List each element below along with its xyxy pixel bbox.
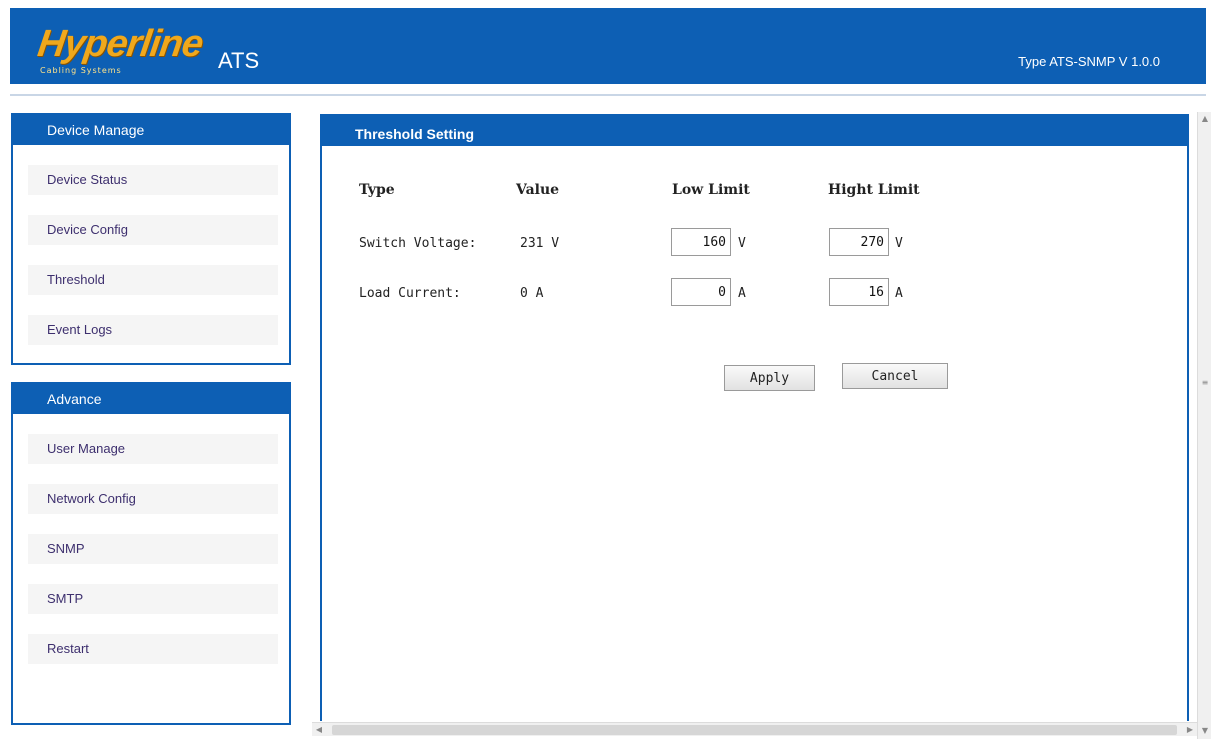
arrow-down-icon[interactable]: ▼ [1198, 724, 1212, 738]
arrow-up-icon[interactable]: ▲ [1198, 112, 1212, 126]
horizontal-scroll-thumb[interactable] [332, 725, 1177, 735]
column-header-high-limit: Hight Limit [828, 182, 920, 198]
header-divider [10, 94, 1206, 96]
arrow-left-icon[interactable]: ◀ [312, 723, 326, 737]
hyperline-logo: Hyperline [35, 23, 206, 65]
load-current-low-input[interactable] [671, 278, 731, 306]
sidebar-item-event-logs[interactable]: Event Logs [28, 315, 278, 345]
device-manage-title: Device Manage [13, 115, 289, 145]
switch-voltage-high-input[interactable] [829, 228, 889, 256]
load-current-high-unit: A [895, 286, 903, 301]
switch-voltage-value: 231 V [520, 236, 560, 251]
advance-title: Advance [13, 384, 289, 414]
sidebar-item-snmp[interactable]: SNMP [28, 534, 278, 564]
page-title: Threshold Setting [322, 116, 1187, 146]
version-label: Type ATS-SNMP V 1.0.0 [1018, 54, 1160, 69]
arrow-right-icon[interactable]: ▶ [1183, 723, 1197, 737]
sidebar-item-network-config[interactable]: Network Config [28, 484, 278, 514]
column-header-value: Value [516, 182, 560, 198]
load-current-low-unit: A [738, 286, 746, 301]
sidebar-item-smtp[interactable]: SMTP [28, 584, 278, 614]
scroll-grip-icon[interactable]: ≡ [1198, 376, 1212, 390]
app-header: Hyperline Cabling Systems ATS Type ATS-S… [10, 8, 1206, 84]
sidebar-item-device-config[interactable]: Device Config [28, 215, 278, 245]
load-current-label: Load Current: [359, 286, 461, 301]
threshold-setting-panel: Threshold Setting Type Value Low Limit H… [320, 114, 1189, 721]
vertical-scrollbar[interactable]: ▲ ≡ ▼ [1197, 112, 1211, 739]
switch-voltage-high-unit: V [895, 236, 903, 251]
advance-panel: Advance User Manage Network Config SNMP … [11, 382, 291, 725]
sidebar-item-restart[interactable]: Restart [28, 634, 278, 664]
switch-voltage-low-input[interactable] [671, 228, 731, 256]
switch-voltage-low-unit: V [738, 236, 746, 251]
load-current-high-input[interactable] [829, 278, 889, 306]
sidebar-item-device-status[interactable]: Device Status [28, 165, 278, 195]
device-manage-panel: Device Manage Device Status Device Confi… [11, 113, 291, 365]
apply-button[interactable]: Apply [724, 365, 815, 391]
sidebar-item-user-manage[interactable]: User Manage [28, 434, 278, 464]
app-name: ATS [218, 48, 260, 73]
sidebar-item-threshold[interactable]: Threshold [28, 265, 278, 295]
load-current-value: 0 A [520, 286, 544, 301]
column-header-type: Type [359, 182, 395, 198]
switch-voltage-label: Switch Voltage: [359, 236, 477, 251]
horizontal-scrollbar[interactable]: ◀ ▶ [312, 722, 1197, 736]
column-header-low-limit: Low Limit [672, 182, 750, 198]
logo-tagline: Cabling Systems [40, 66, 122, 75]
cancel-button[interactable]: Cancel [842, 363, 948, 389]
